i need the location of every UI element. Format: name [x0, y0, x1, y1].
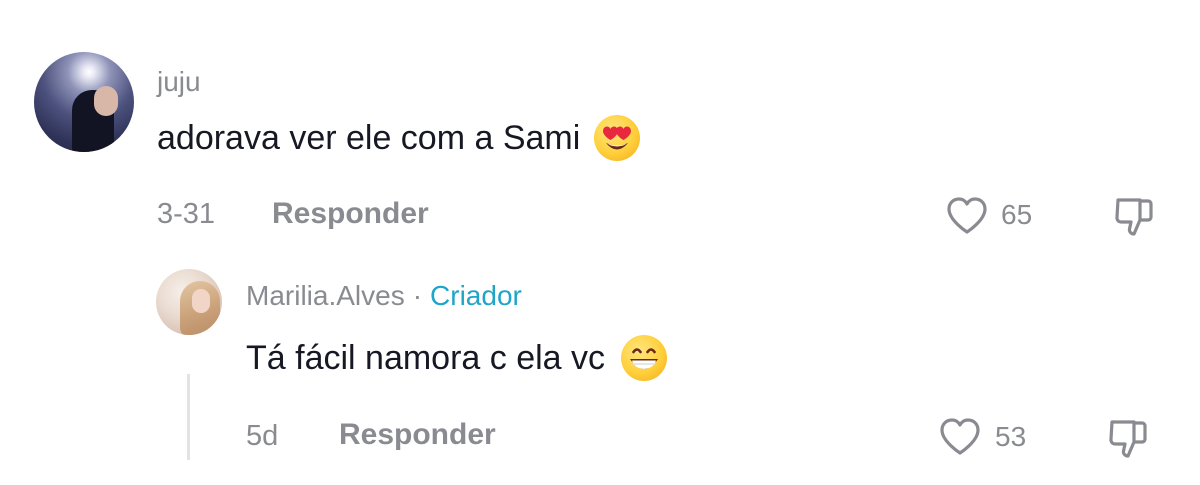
thread-line	[187, 374, 190, 460]
dislike-icon[interactable]	[1110, 194, 1156, 240]
reply-body: Tá fácil namora c ela vc	[246, 333, 668, 383]
comment-text: adorava ver ele com a Sami	[157, 118, 581, 157]
avatar[interactable]	[34, 52, 134, 152]
comment-body: adorava ver ele com a Sami	[157, 114, 641, 162]
reply-reply-button[interactable]: Responder	[339, 418, 496, 452]
grinning-emoji-icon	[621, 335, 668, 381]
like-count: 65	[1001, 199, 1033, 230]
dislike-icon[interactable]	[1104, 416, 1150, 462]
heart-icon[interactable]	[945, 195, 989, 237]
reply-date: 5d	[246, 420, 279, 452]
reply-button[interactable]: Responder	[272, 197, 429, 231]
heart-icon[interactable]	[938, 416, 982, 458]
avatar-face	[192, 289, 210, 313]
like-count: 53	[995, 421, 1027, 452]
comment-date: 3-31	[157, 198, 216, 230]
reply-text: Tá fácil namora c ela vc	[246, 338, 606, 377]
avatar-hand	[94, 86, 118, 116]
creator-badge: Criador	[430, 280, 522, 311]
heart-eyes-emoji-icon	[594, 115, 641, 161]
separator: ·	[412, 280, 423, 311]
reply-avatar[interactable]	[156, 269, 222, 335]
comment-username[interactable]: juju	[157, 66, 201, 98]
reply-username[interactable]: Marilia.Alves	[246, 280, 405, 311]
reply-header: Marilia.Alves · Criador	[246, 280, 522, 312]
